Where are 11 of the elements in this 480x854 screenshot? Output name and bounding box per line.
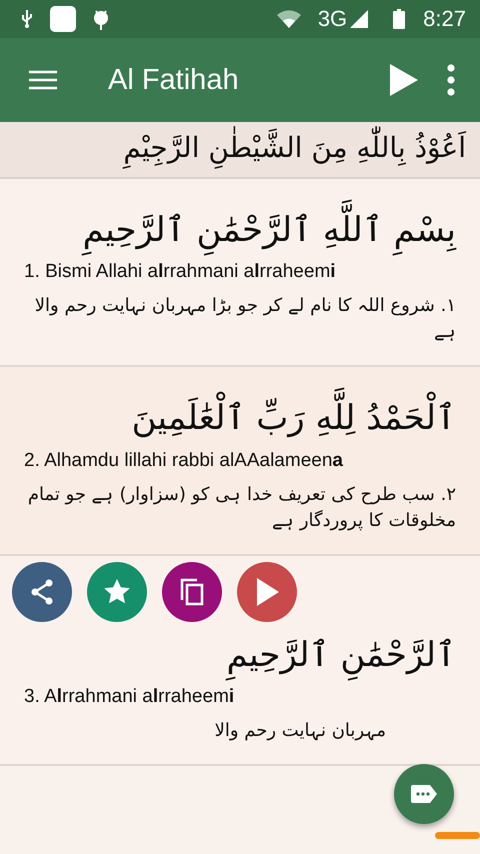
urdu-translation: ۱. شروع اللہ کا نام لے کر جو بڑا مہربان نہایت رحم والا ہے [34,294,456,344]
arabic-heading: اَعُوْذُ بِاللّٰهِ مِنَ الشَّيْطٰنِ الرَّجِيْمِ [14,126,466,171]
transliteration: 3. Alrrahmani alrraheemi [24,686,236,708]
urdu-translation: ۲. سب طرح کی تعریف خدا ہی کو (سزاوار) ہے جو تمام مخلوقات کا پروردگار ہے [26,482,456,533]
screen-title: Al Fatihah [108,64,240,96]
transliteration: 1. Bismi Allahi alrrahmani alrraheemi [24,261,337,284]
arabic-verse: ٱلرَّحْمَٰنِ ٱلرَّحِيمِ [24,628,456,682]
clock: 8:27 [423,6,466,32]
network-type: 3G [318,6,348,32]
transliteration: 2. Alhamdu lillahi rabbi alAAalameena [24,450,344,472]
urdu-translation: مہربان نہایت رحم والا [214,719,387,744]
